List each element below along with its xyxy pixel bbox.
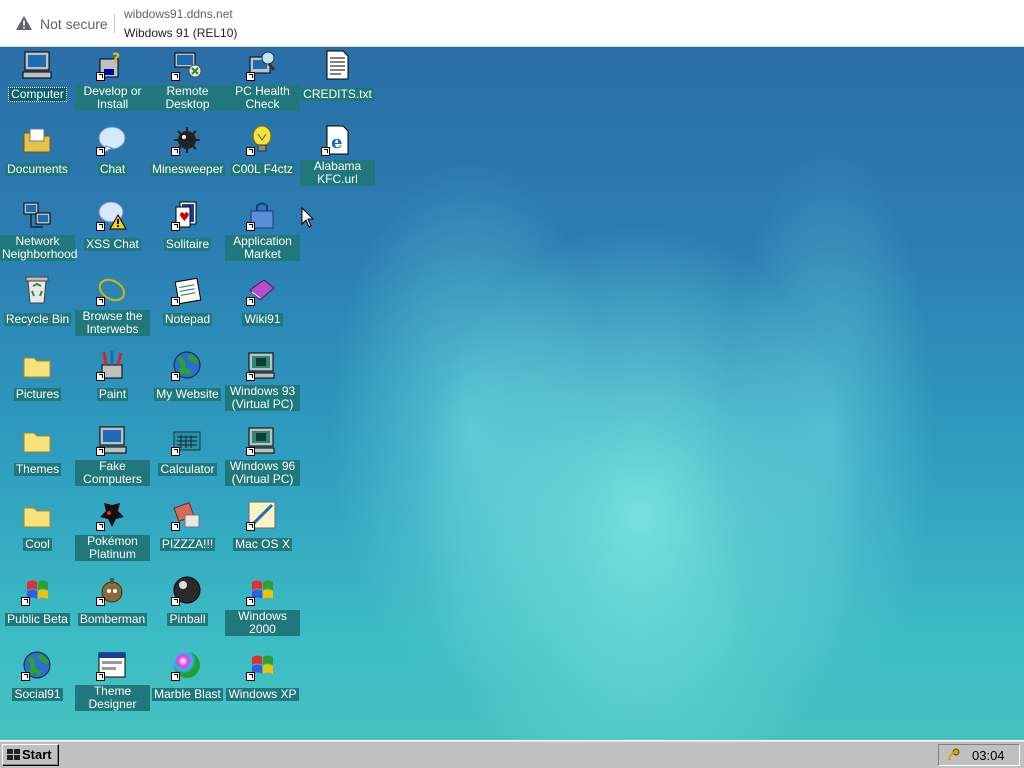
mouse-cursor-icon — [301, 207, 315, 228]
shortcut-arrow-icon — [246, 672, 255, 681]
shortcut-arrow-icon — [171, 222, 180, 231]
desktop-icon-label: Notepad — [162, 312, 213, 326]
desktop-icon-label: Social91 — [12, 687, 63, 701]
system-tray: 03:04 — [938, 744, 1020, 766]
shortcut-arrow-icon — [96, 522, 105, 531]
desktop-icon-label: Chat — [97, 162, 128, 176]
shortcut-arrow-icon — [96, 372, 105, 381]
desktop-icon-label: Windows 93 (Virtual PC) — [225, 385, 300, 411]
desktop-icon-label: Application Market — [225, 235, 300, 261]
shortcut-arrow-icon — [96, 222, 105, 231]
desktop-icon-label: Pinball — [167, 612, 208, 626]
shortcut-arrow-icon — [96, 297, 105, 306]
desktop-icon-label: PC Health Check — [225, 85, 300, 111]
desktop-icon-label: Cool — [23, 537, 52, 551]
folder-icon — [23, 432, 51, 453]
shortcut-arrow-icon — [171, 297, 180, 306]
shortcut-arrow-icon — [246, 222, 255, 231]
desktop-icon-label: Marble Blast — [152, 687, 223, 701]
svg-text:♥: ♥ — [179, 210, 190, 224]
shortcut-arrow-icon — [96, 672, 105, 681]
key-icon[interactable] — [946, 748, 960, 762]
svg-text:?: ? — [112, 51, 120, 67]
shortcut-arrow-icon — [21, 597, 30, 606]
shortcut-arrow-icon — [96, 447, 105, 456]
desktop-icon-label: Windows 96 (Virtual PC) — [225, 460, 300, 486]
url-text[interactable]: wibdows91.ddns.net — [124, 7, 233, 21]
shortcut-arrow-icon — [96, 147, 105, 156]
desktop-icon-label: Mac OS X — [233, 537, 292, 551]
desktop-icon-label: C00L F4ctz — [230, 162, 295, 176]
shortcut-arrow-icon — [246, 597, 255, 606]
recycle-bin-icon — [25, 276, 49, 304]
desktop-icon-label: Themes — [13, 462, 62, 476]
desktop-icon-label: CREDITS.txt — [301, 87, 374, 101]
desktop-icon-label: XSS Chat — [84, 237, 141, 251]
shortcut-arrow-icon — [171, 597, 180, 606]
browser-address-bar: Not secure wibdows91.ddns.net Wibdows 91… — [0, 0, 1024, 47]
desktop-icon-label: Recycle Bin — [3, 312, 72, 326]
taskbar: Start 03:04 — [0, 740, 1024, 768]
desktop-icon-label: Calculator — [158, 462, 217, 476]
shortcut-arrow-icon — [21, 672, 30, 681]
desktop-icon-label: Fake Computers — [75, 460, 150, 486]
desktop-icon-label: Documents — [5, 162, 70, 176]
shortcut-arrow-icon — [171, 672, 180, 681]
desktop-icon-label: Wiki91 — [242, 312, 283, 326]
folder-icon — [23, 507, 51, 528]
desktop-icon-label: Theme Designer — [75, 685, 150, 711]
desktop-icon-label: Alabama KFC.url — [300, 160, 375, 186]
text-file-icon — [326, 50, 349, 80]
shortcut-arrow-icon — [171, 447, 180, 456]
documents-folder-icon — [23, 128, 51, 153]
shortcut-arrow-icon — [96, 597, 105, 606]
desktop-icon-label: Browse the Interwebs — [75, 310, 150, 336]
address-divider — [114, 14, 115, 33]
folder-icon — [23, 357, 51, 378]
desktop-icon-label: Bomberman — [77, 612, 148, 626]
shortcut-arrow-icon — [246, 522, 255, 531]
shortcut-arrow-icon — [246, 447, 255, 456]
desktop-icon-label: Pokémon Platinum — [75, 535, 150, 561]
page-title: Wibdows 91 (REL10) — [124, 26, 238, 40]
start-label: Start — [22, 747, 52, 762]
desktop-icon-label: Public Beta — [5, 612, 70, 626]
shortcut-arrow-icon — [96, 72, 105, 81]
shortcut-arrow-icon — [171, 522, 180, 531]
shortcut-arrow-icon — [246, 372, 255, 381]
desktop-icon-label: Solitaire — [163, 237, 212, 251]
desktop-icon-label: Computer — [8, 87, 67, 102]
desktop-icon-label: Windows XP — [226, 687, 299, 701]
svg-text:e: e — [331, 132, 342, 153]
network-icon — [23, 202, 51, 228]
desktop-icon-label: My Website — [154, 387, 221, 401]
security-status[interactable]: Not secure — [40, 16, 108, 32]
shortcut-arrow-icon — [171, 372, 180, 381]
desktop-icon-label: PIZZZA!!! — [159, 537, 216, 551]
clock[interactable]: 03:04 — [972, 748, 1005, 763]
windows-logo-icon — [7, 749, 20, 760]
computer-icon — [22, 51, 52, 79]
desktop-icon-label: Pictures — [13, 387, 62, 401]
desktop-icon-label: Remote Desktop — [150, 85, 225, 111]
desktop-icon-label: Network Neighborhood — [0, 234, 78, 261]
shortcut-arrow-icon — [246, 297, 255, 306]
start-button[interactable]: Start — [2, 744, 59, 766]
desktop-icon-label: Windows 2000 — [225, 610, 300, 636]
desktop-icon-label: Minesweeper — [150, 162, 225, 176]
desktop-icon-label: Paint — [96, 387, 129, 401]
shortcut-arrow-icon — [246, 72, 255, 81]
shortcut-arrow-icon — [171, 72, 180, 81]
warning-icon[interactable] — [16, 16, 32, 30]
desktop-icon-label: Develop or Install — [75, 85, 150, 111]
desktop[interactable]: Computer? Develop or Install Remote Deskto… — [0, 47, 1024, 740]
shortcut-arrow-icon — [246, 147, 255, 156]
shortcut-arrow-icon — [321, 147, 330, 156]
shortcut-arrow-icon — [171, 147, 180, 156]
